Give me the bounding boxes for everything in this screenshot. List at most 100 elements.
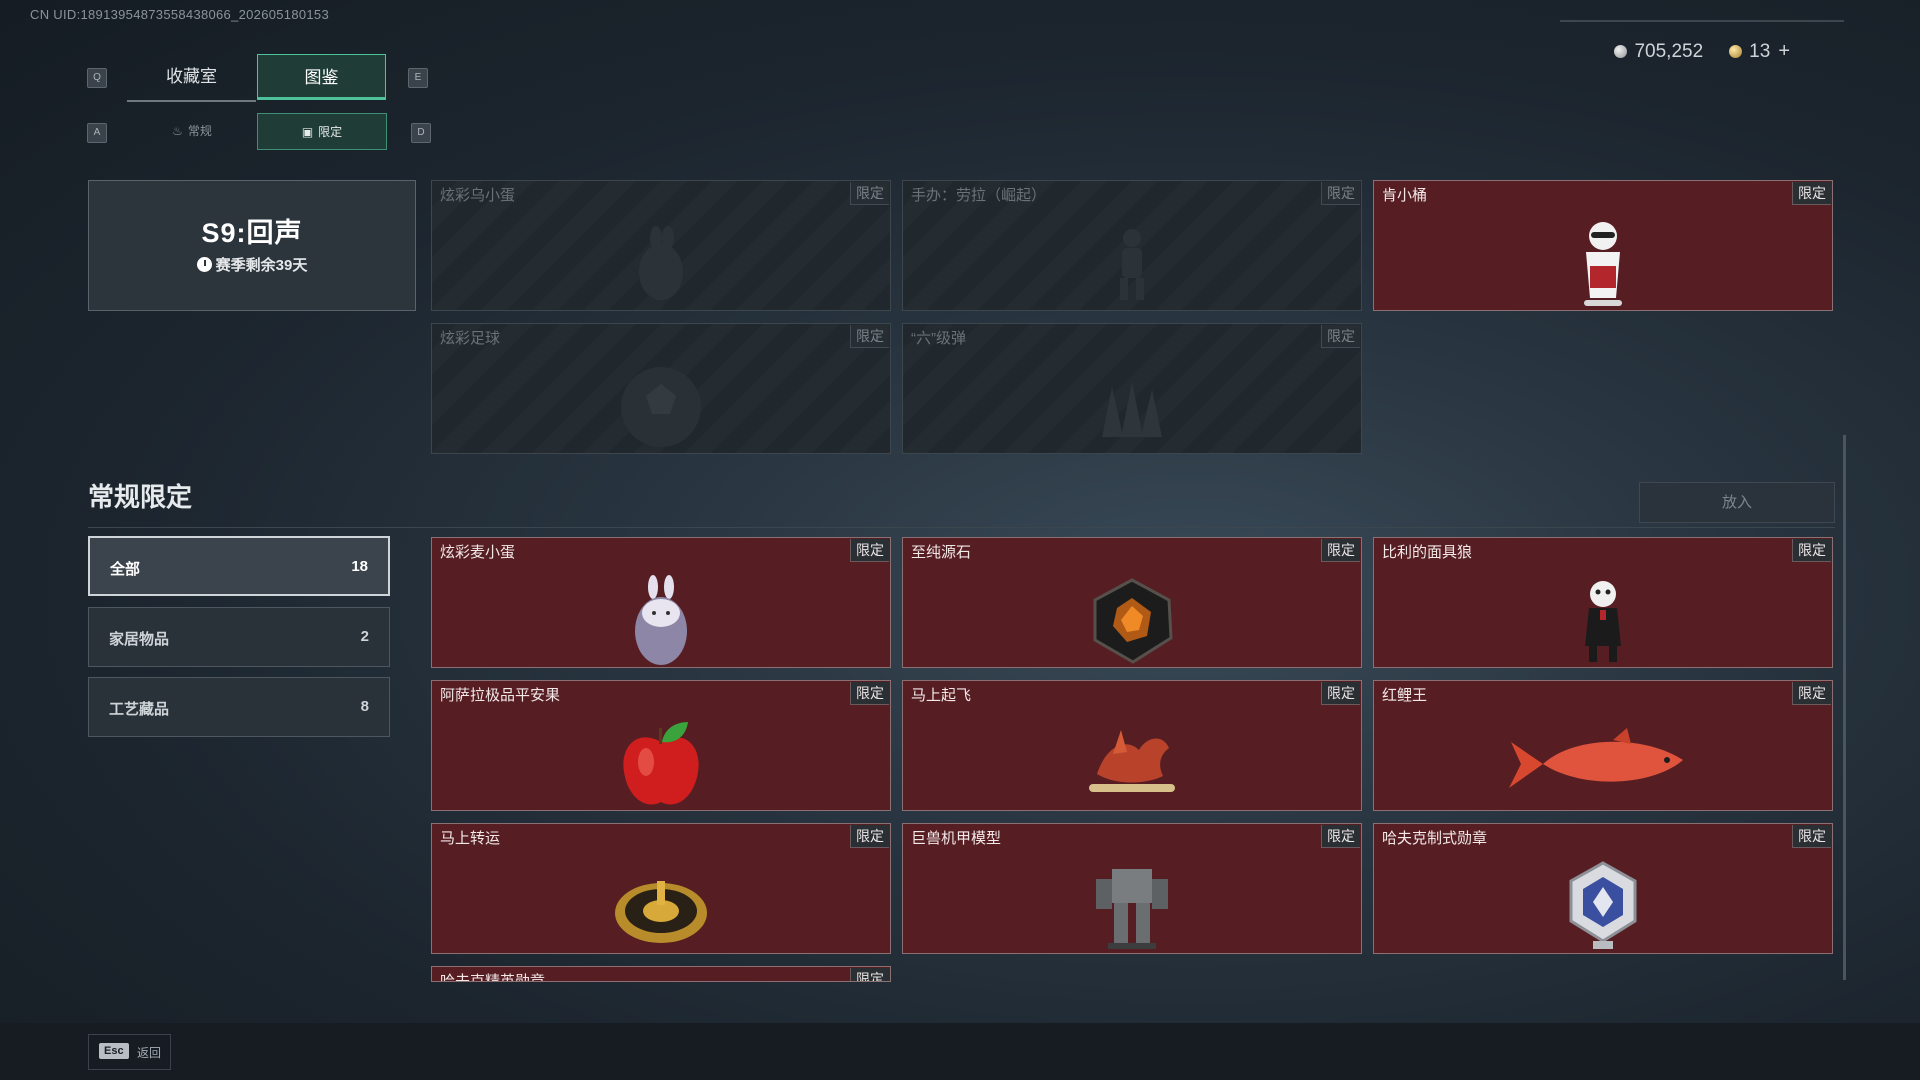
item-card[interactable]: 马上起飞 限定 [902, 680, 1362, 811]
bullet-hand-icon [1102, 381, 1162, 437]
key-hint-d: D [411, 123, 431, 143]
tab-codex[interactable]: 图鉴 [257, 54, 386, 100]
scrollbar[interactable] [1843, 435, 1846, 980]
silver-amount: 705,252 [1634, 40, 1704, 62]
puppet-icon [1585, 580, 1621, 662]
item-name: 马上起飞 [911, 687, 972, 704]
mech-model-icon [1096, 868, 1168, 949]
silver-currency: 705,252 [1614, 41, 1703, 63]
limited-tag: 限定 [1321, 825, 1360, 848]
back-button[interactable]: Esc 返回 [88, 1034, 171, 1070]
limited-tag: 限定 [850, 682, 889, 705]
item-card[interactable]: 马上转运 限定 [431, 823, 891, 954]
item-name: 炫彩足球 [440, 330, 501, 347]
golden-disk-icon [615, 880, 707, 943]
item-name: 红鲤王 [1382, 687, 1428, 704]
season-panel: S9:回声 赛季剩余39天 [88, 180, 416, 311]
season-item-card[interactable]: 炫彩足球 限定 [431, 323, 891, 454]
item-card[interactable]: 至纯源石 限定 [902, 537, 1362, 668]
flame-icon: ♨ [172, 124, 183, 138]
limited-tag: 限定 [1321, 182, 1360, 205]
medal-icon [1569, 860, 1637, 949]
silver-coin-icon [1614, 44, 1628, 58]
item-name: 阿萨拉极品平安果 [440, 687, 561, 704]
limited-tag: 限定 [1792, 825, 1831, 848]
item-card[interactable]: 炫彩麦小蛋 限定 [431, 537, 891, 668]
tab-collection-room[interactable]: 收藏室 [127, 54, 256, 102]
category-label: 家居物品 [109, 631, 170, 648]
season-remaining-text: 赛季剩余39天 [215, 257, 308, 274]
item-name: 比利的面具狼 [1382, 544, 1473, 561]
back-label: 返回 [137, 1046, 162, 1060]
item-card[interactable]: 巨兽机甲模型 限定 [902, 823, 1362, 954]
bucket-figure-icon [1584, 221, 1622, 306]
key-hint-a: A [87, 123, 107, 143]
put-in-button[interactable]: 放入 [1639, 482, 1835, 523]
tab-regular[interactable]: ♨ 常规 [127, 113, 257, 150]
top-divider [1560, 20, 1844, 22]
flying-horse-icon [1089, 729, 1175, 792]
season-item-card[interactable]: 肯小桶 限定 [1373, 180, 1833, 311]
gold-currency[interactable]: 13 + [1729, 40, 1790, 63]
image-icon: ▣ [301, 125, 314, 139]
item-name: 炫彩麦小蛋 [440, 544, 516, 561]
item-card[interactable]: 哈夫克制式勋章 限定 [1373, 823, 1833, 954]
category-count: 18 [351, 558, 368, 575]
esc-key-hint: Esc [99, 1043, 129, 1059]
season-item-card[interactable]: 手办：劳拉（崛起） 限定 [902, 180, 1362, 311]
item-name: 哈夫克精英勋章 [440, 973, 546, 982]
bottom-bar [0, 1023, 1920, 1080]
limited-tag: 限定 [850, 539, 889, 562]
item-card[interactable]: 比利的面具狼 限定 [1373, 537, 1833, 668]
limited-tag: 限定 [1792, 682, 1831, 705]
item-name: 马上转运 [440, 830, 501, 847]
limited-tag: 限定 [1321, 539, 1360, 562]
limited-tag: 限定 [850, 968, 889, 981]
uid-text: CN UID:18913954873558438066_202605180153 [30, 7, 329, 22]
football-icon [621, 366, 701, 447]
rabbit-egg-icon [635, 574, 687, 665]
item-name: “六”级弹 [911, 330, 966, 347]
item-card[interactable]: 红鲤王 限定 [1373, 680, 1833, 811]
key-hint-q: Q [87, 68, 107, 88]
origin-stone-icon [1093, 577, 1173, 664]
limited-tag: 限定 [1792, 182, 1831, 205]
figurine-icon [1120, 228, 1144, 300]
item-card[interactable]: 哈夫克精英勋章 限定 [431, 966, 891, 982]
category-label: 全部 [110, 561, 141, 578]
category-count: 2 [360, 628, 369, 645]
limited-tag: 限定 [850, 182, 889, 205]
clock-icon [196, 257, 212, 272]
koi-fish-icon [1509, 727, 1683, 788]
currency-bar: 705,252 13 + [1614, 40, 1790, 63]
category-home-items[interactable]: 家居物品 2 [88, 607, 390, 667]
season-item-card[interactable]: 炫彩乌小蛋 限定 [431, 180, 891, 311]
gold-coin-icon [1729, 45, 1743, 58]
apple-icon [623, 721, 699, 804]
add-currency-button[interactable]: + [1778, 40, 1790, 62]
gold-amount: 13 [1749, 41, 1771, 62]
item-name: 肯小桶 [1382, 187, 1428, 204]
limited-tag: 限定 [1321, 682, 1360, 705]
category-craft-collectibles[interactable]: 工艺藏品 8 [88, 677, 390, 737]
limited-tag: 限定 [850, 825, 889, 848]
tab-limited[interactable]: ▣ 限定 [257, 113, 387, 150]
item-name: 巨兽机甲模型 [911, 830, 1002, 847]
season-item-card[interactable]: “六”级弹 限定 [902, 323, 1362, 454]
season-title: S9:回声 [201, 218, 303, 248]
limited-tag: 限定 [850, 325, 889, 348]
tab-limited-label: 限定 [318, 125, 343, 139]
season-remaining: 赛季剩余39天 [89, 254, 415, 275]
category-all[interactable]: 全部 18 [88, 536, 390, 596]
item-card[interactable]: 阿萨拉极品平安果 限定 [431, 680, 891, 811]
tab-regular-label: 常规 [187, 124, 212, 138]
limited-tag: 限定 [1321, 325, 1360, 348]
item-name: 炫彩乌小蛋 [440, 187, 516, 204]
item-name: 手办：劳拉（崛起） [911, 187, 1047, 204]
category-count: 8 [360, 698, 369, 715]
key-hint-e: E [408, 68, 428, 88]
item-name: 哈夫克制式勋章 [1382, 830, 1488, 847]
section-title: 常规限定 [88, 482, 193, 512]
item-name: 至纯源石 [911, 544, 972, 561]
limited-tag: 限定 [1792, 539, 1831, 562]
